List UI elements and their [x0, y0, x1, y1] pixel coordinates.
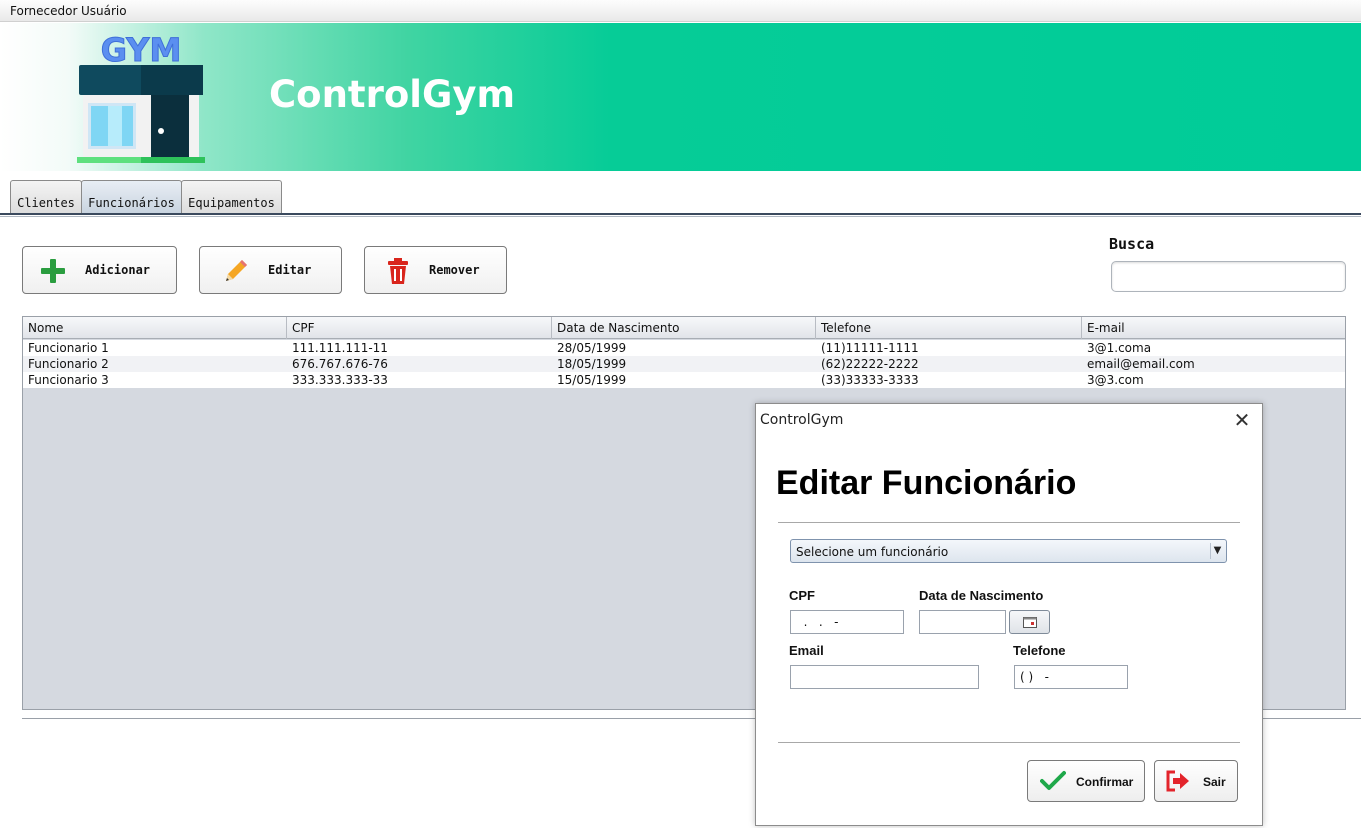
- table-cell: (62)22222-2222: [821, 357, 919, 371]
- cpf-field-value: . . -: [796, 615, 839, 629]
- cpf-field[interactable]: . . -: [790, 610, 904, 634]
- column-header[interactable]: Data de Nascimento: [552, 317, 816, 339]
- table-cell: 28/05/1999: [557, 341, 627, 355]
- trash-icon: [388, 258, 408, 284]
- tab-divider: [0, 213, 1361, 215]
- chevron-down-icon[interactable]: ▼: [1210, 543, 1224, 559]
- gym-logo-text: GYM: [101, 31, 182, 69]
- tab-equipamentos-label: Equipamentos: [188, 196, 275, 210]
- tab-funcionarios-label: Funcionários: [88, 196, 175, 210]
- table-cell: Funcionario 2: [28, 357, 109, 371]
- close-icon[interactable]: ✕: [1230, 410, 1254, 430]
- table-cell: 18/05/1999: [557, 357, 627, 371]
- remove-button-label: Remover: [429, 263, 480, 277]
- add-button[interactable]: Adicionar: [22, 246, 177, 294]
- employee-select[interactable]: Selecione um funcionário ▼: [790, 539, 1227, 563]
- dialog-window-title: ControlGym: [760, 412, 844, 428]
- table-row[interactable]: Funcionario 2 676.767.676-76 18/05/1999 …: [23, 356, 1345, 372]
- table-cell: Funcionario 3: [28, 373, 109, 387]
- search-label: Busca: [1109, 235, 1155, 253]
- column-header[interactable]: Nome: [23, 317, 287, 339]
- table-cell: (11)11111-1111: [821, 341, 919, 355]
- birth-date-label: Data de Nascimento: [919, 588, 1044, 603]
- phone-label: Telefone: [1013, 643, 1066, 658]
- search-input[interactable]: [1111, 261, 1346, 292]
- menu-usuario[interactable]: Usuário: [81, 4, 127, 18]
- tab-bar: Clientes Funcionários Equipamentos: [0, 176, 1361, 218]
- cpf-label: CPF: [789, 588, 815, 603]
- phone-field[interactable]: ( ) -: [1014, 665, 1128, 689]
- column-header[interactable]: E-mail: [1082, 317, 1345, 339]
- remove-button[interactable]: Remover: [364, 246, 507, 294]
- table-cell: 3@3.com: [1087, 373, 1144, 387]
- table-cell: 3@1.coma: [1087, 341, 1152, 355]
- gym-logo: GYM: [77, 31, 205, 163]
- table-row[interactable]: Funcionario 1 111.111.111-11 28/05/1999 …: [23, 340, 1345, 356]
- dialog-divider-top: [778, 522, 1240, 523]
- table-cell: 15/05/1999: [557, 373, 627, 387]
- pencil-icon: [226, 260, 247, 281]
- employee-select-value: Selecione um funcionário: [796, 545, 949, 559]
- confirm-button-label: Confirmar: [1076, 775, 1134, 789]
- tab-divider-light: [0, 216, 1361, 217]
- edit-button[interactable]: Editar: [199, 246, 342, 294]
- menu-bar: Fornecedor Usuário: [0, 0, 1361, 22]
- tab-clientes[interactable]: Clientes: [10, 180, 82, 214]
- menu-fornecedor[interactable]: Fornecedor: [10, 4, 77, 18]
- confirm-button[interactable]: Confirmar: [1027, 760, 1145, 802]
- exit-button-label: Sair: [1203, 775, 1226, 789]
- add-button-label: Adicionar: [85, 263, 151, 277]
- column-header[interactable]: CPF: [287, 317, 552, 339]
- column-header[interactable]: Telefone: [816, 317, 1082, 339]
- plus-icon: [41, 259, 65, 283]
- header-banner: GYM ControlGym: [0, 23, 1361, 171]
- table-cell: 676.767.676-76: [292, 357, 388, 371]
- email-field[interactable]: [790, 665, 979, 689]
- edit-button-label: Editar: [268, 263, 312, 277]
- table-cell: Funcionario 1: [28, 341, 109, 355]
- table-cell: (33)33333-3333: [821, 373, 919, 387]
- app-title: ControlGym: [269, 73, 515, 116]
- table-header: Nome CPF Data de Nascimento Telefone E-m…: [23, 317, 1345, 339]
- dialog-divider-bottom: [778, 742, 1240, 743]
- table-cell: email@email.com: [1087, 357, 1195, 371]
- calendar-button[interactable]: [1009, 610, 1050, 634]
- tab-funcionarios[interactable]: Funcionários: [81, 180, 182, 214]
- table-row[interactable]: Funcionario 3 333.333.333-33 15/05/1999 …: [23, 372, 1345, 388]
- birth-date-field[interactable]: [919, 610, 1006, 634]
- dialog-heading: Editar Funcionário: [776, 464, 1077, 502]
- exit-icon: [1166, 770, 1189, 792]
- table-cell: 333.333.333-33: [292, 373, 388, 387]
- email-label: Email: [789, 643, 824, 658]
- tab-clientes-label: Clientes: [17, 196, 75, 210]
- tab-equipamentos[interactable]: Equipamentos: [181, 180, 282, 214]
- exit-button[interactable]: Sair: [1154, 760, 1238, 802]
- table-cell: 111.111.111-11: [292, 341, 388, 355]
- check-icon: [1040, 771, 1066, 790]
- phone-field-value: ( ) -: [1020, 670, 1049, 684]
- edit-employee-dialog: ControlGym ✕ Editar Funcionário Selecion…: [755, 403, 1263, 826]
- calendar-icon: [1023, 617, 1037, 628]
